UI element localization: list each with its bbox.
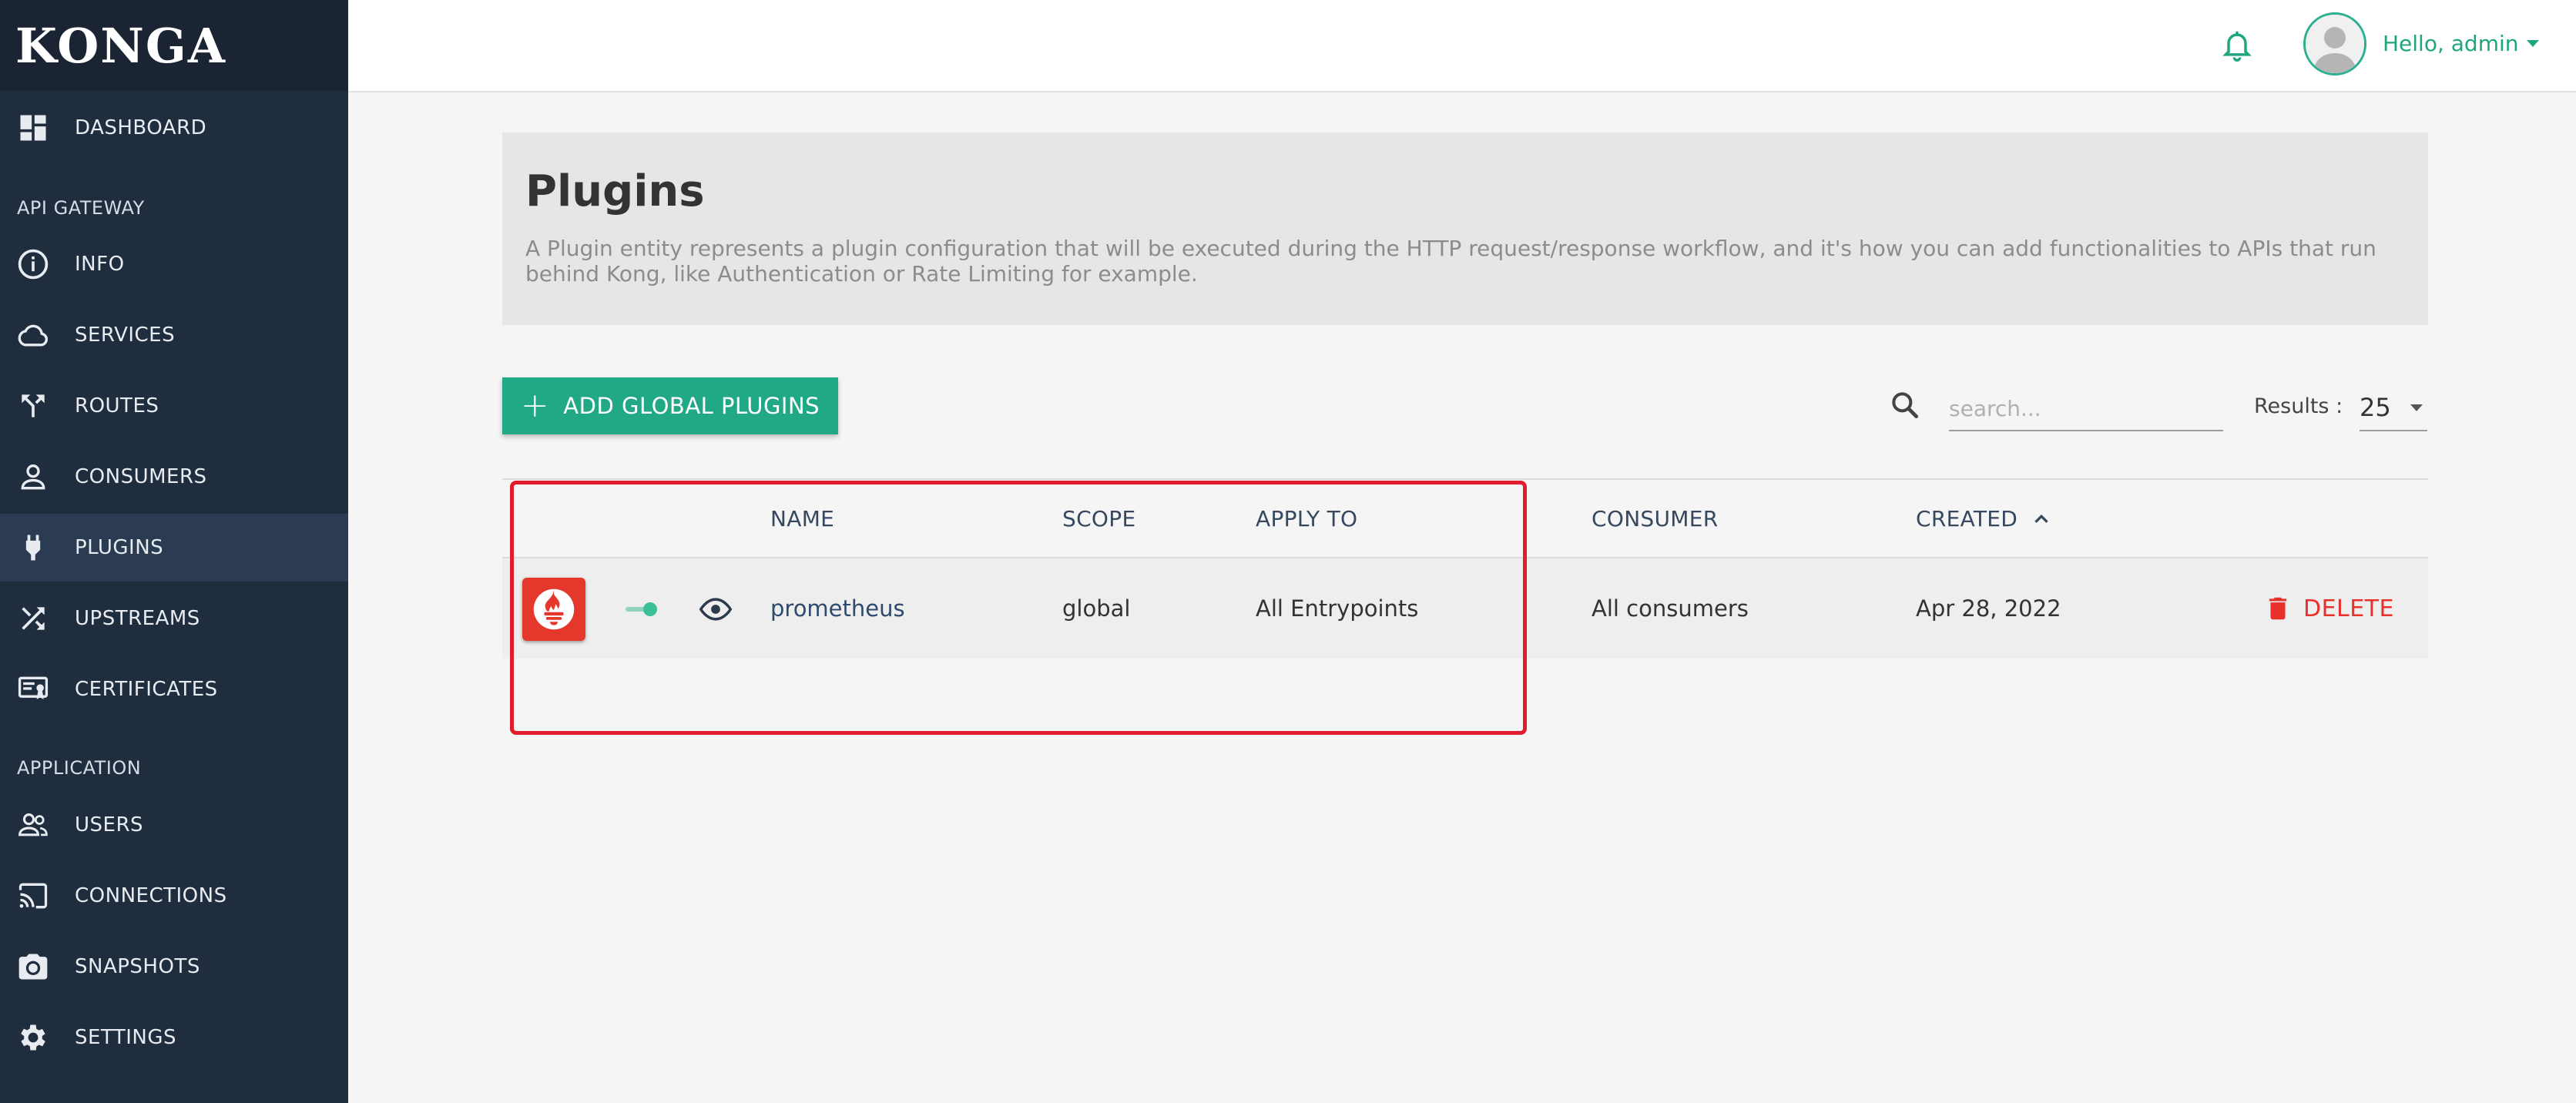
section-api-gateway: API GATEWAY	[17, 197, 145, 219]
eye-icon[interactable]	[696, 592, 735, 626]
sidebar-item-label: DASHBOARD	[75, 116, 207, 139]
sidebar-item-info[interactable]: INFO	[0, 230, 348, 298]
sidebar: KONGA DASHBOARD API GATEWAY INFO SERVICE…	[0, 0, 348, 1103]
person-icon	[15, 459, 51, 495]
sidebar-item-label: SETTINGS	[75, 1026, 177, 1049]
add-global-plugins-button[interactable]: + ADD GLOBAL PLUGINS	[502, 377, 838, 434]
page-title: Plugins	[525, 166, 705, 216]
sidebar-item-upstreams[interactable]: UPSTREAMS	[0, 585, 348, 652]
user-menu[interactable]: Hello, admin	[2383, 26, 2539, 60]
sidebar-item-snapshots[interactable]: SNAPSHOTS	[0, 933, 348, 1001]
sidebar-item-label: SERVICES	[75, 324, 176, 347]
column-header-scope[interactable]: SCOPE	[1062, 506, 1135, 531]
search-input[interactable]	[1949, 387, 2223, 431]
gear-icon	[15, 1020, 51, 1055]
section-application: APPLICATION	[17, 757, 142, 779]
user-greeting: Hello, admin	[2383, 30, 2519, 56]
column-header-name[interactable]: NAME	[770, 506, 834, 531]
sidebar-item-label: CERTIFICATES	[75, 678, 218, 701]
certificate-icon	[15, 672, 51, 707]
sidebar-item-services[interactable]: SERVICES	[0, 301, 348, 369]
results-per-page-select[interactable]: 25	[2360, 385, 2427, 431]
plugin-consumer: All consumers	[1592, 595, 1749, 622]
table-header: NAME SCOPE APPLY TO CONSUMER CREATED	[502, 480, 2428, 558]
info-icon	[15, 246, 51, 282]
delete-button[interactable]: DELETE	[2263, 591, 2394, 626]
add-global-plugins-label: ADD GLOBAL PLUGINS	[563, 393, 820, 419]
sidebar-item-settings[interactable]: SETTINGS	[0, 1004, 348, 1071]
sidebar-item-label: CONNECTIONS	[75, 884, 227, 907]
sidebar-item-plugins[interactable]: PLUGINS	[0, 514, 348, 582]
sidebar-item-routes[interactable]: ROUTES	[0, 372, 348, 440]
plugin-created: Apr 28, 2022	[1916, 595, 2061, 622]
chevron-down-icon	[2526, 39, 2539, 47]
sidebar-item-label: SNAPSHOTS	[75, 955, 200, 978]
cast-icon	[15, 878, 51, 914]
column-header-apply-to[interactable]: APPLY TO	[1256, 506, 1357, 531]
bell-icon[interactable]	[2220, 28, 2254, 62]
sidebar-item-dashboard[interactable]: DASHBOARD	[0, 94, 348, 162]
results-value: 25	[2360, 393, 2391, 422]
sidebar-item-label: USERS	[75, 813, 144, 836]
column-header-created[interactable]: CREATED	[1916, 506, 2053, 531]
sidebar-item-label: ROUTES	[75, 394, 159, 417]
table-row[interactable]: prometheus global All Entrypoints All co…	[502, 558, 2428, 659]
sidebar-item-label: PLUGINS	[75, 536, 164, 559]
plug-icon	[15, 530, 51, 565]
column-header-created-label: CREATED	[1916, 506, 2018, 531]
results-label: Results :	[2254, 394, 2343, 418]
sidebar-item-users[interactable]: USERS	[0, 791, 348, 859]
prometheus-icon	[522, 578, 585, 641]
chevron-down-icon	[2410, 404, 2423, 411]
chevron-up-icon	[2034, 514, 2048, 523]
routes-icon	[15, 388, 51, 424]
dashboard-icon	[15, 110, 51, 146]
plugin-name: prometheus	[770, 595, 905, 622]
plugin-apply-to: All Entrypoints	[1256, 595, 1419, 622]
plugin-name-link[interactable]: prometheus	[770, 595, 905, 622]
shuffle-icon	[15, 601, 51, 636]
sidebar-item-label: INFO	[75, 253, 125, 276]
page-header: Plugins A Plugin entity represents a plu…	[502, 132, 2428, 325]
cloud-icon	[15, 317, 51, 353]
avatar[interactable]	[2303, 12, 2366, 75]
camera-icon	[15, 949, 51, 984]
sidebar-item-label: CONSUMERS	[75, 465, 207, 488]
trash-icon	[2269, 597, 2287, 620]
plus-icon: +	[520, 386, 550, 425]
sidebar-item-consumers[interactable]: CONSUMERS	[0, 443, 348, 511]
sidebar-item-connections[interactable]: CONNECTIONS	[0, 862, 348, 930]
search-icon[interactable]	[1888, 388, 1922, 422]
column-header-consumer[interactable]: CONSUMER	[1592, 506, 1719, 531]
page-description: A Plugin entity represents a plugin conf…	[525, 236, 2376, 287]
sidebar-item-certificates[interactable]: CERTIFICATES	[0, 655, 348, 723]
plugin-scope: global	[1062, 595, 1131, 622]
sidebar-item-label: UPSTREAMS	[75, 607, 200, 630]
enable-toggle[interactable]	[624, 598, 661, 620]
delete-label: DELETE	[2303, 595, 2395, 622]
users-icon	[15, 807, 51, 843]
brand-logo[interactable]: KONGA	[0, 0, 348, 91]
